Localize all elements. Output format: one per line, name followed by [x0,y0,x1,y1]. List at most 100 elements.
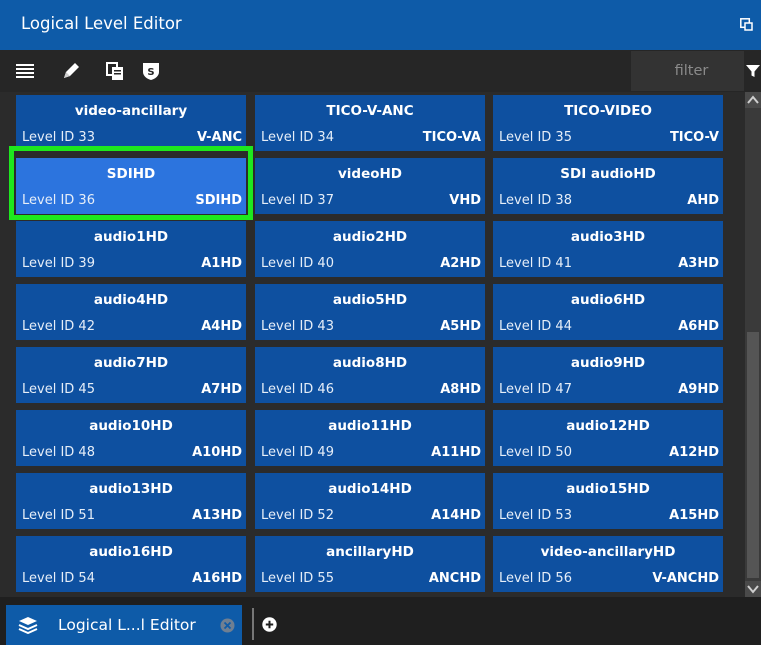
level-name: audio2HD [332,229,408,245]
shield-icon[interactable]: S [140,60,162,82]
level-tile[interactable]: TICO-V-ANC Level ID 34 TICO-VA [255,95,485,151]
level-grid: video-ancillary Level ID 33 V-ANC TICO-V-AN… [0,92,761,597]
level-id: Level ID 50 [499,445,572,460]
level-id: Level ID 36 [22,193,95,208]
copy-icon[interactable] [104,60,126,82]
pencil-icon[interactable] [60,60,82,82]
level-name: video-ancillary [74,103,188,119]
level-tile[interactable]: audio5HD Level ID 43 A5HD [255,284,485,340]
level-id: Level ID 40 [261,256,334,271]
level-abbreviation: A13HD [192,508,242,523]
tab-logical-level-editor[interactable]: Logical L...l Editor [6,605,242,645]
level-abbreviation: A4HD [201,319,242,334]
level-id: Level ID 55 [261,571,334,586]
scroll-thumb[interactable] [747,332,759,578]
level-tile[interactable]: audio12HD Level ID 50 A12HD [493,410,723,466]
level-name: audio15HD [566,481,650,497]
tab-divider [252,608,254,640]
level-name: audio12HD [566,418,650,434]
level-abbreviation: SDIHD [195,193,242,208]
level-abbreviation: V-ANC [197,130,242,145]
level-abbreviation: TICO-V [669,130,719,145]
level-tile[interactable]: video-ancillary Level ID 33 V-ANC [16,95,246,151]
level-tile[interactable]: audio13HD Level ID 51 A13HD [16,473,246,529]
level-name: ancillaryHD [326,544,414,560]
level-abbreviation: A5HD [440,319,481,334]
level-name: TICO-V-ANC [326,103,414,119]
svg-text:S: S [147,67,154,78]
level-id: Level ID 45 [22,382,95,397]
level-name: video-ancillaryHD [540,544,676,560]
level-abbreviation: A10HD [192,445,242,460]
level-tile[interactable]: SDIHD Level ID 36 SDIHD [16,158,246,214]
level-name: audio11HD [328,418,412,434]
level-name: audio3HD [570,229,646,245]
chevron-down-icon [747,585,759,594]
level-id: Level ID 43 [261,319,334,334]
level-tile[interactable]: audio3HD Level ID 41 A3HD [493,221,723,277]
layers-icon [18,617,38,634]
level-abbreviation: A6HD [678,319,719,334]
level-name: SDIHD [106,166,156,182]
level-tile[interactable]: audio14HD Level ID 52 A14HD [255,473,485,529]
level-tile[interactable]: audio11HD Level ID 49 A11HD [255,410,485,466]
tab-bar: Logical L...l Editor [0,597,761,645]
level-name: audio8HD [332,355,408,371]
tab-label: Logical L...l Editor [58,616,196,634]
level-abbreviation: AHD [687,193,719,208]
level-id: Level ID 47 [499,382,572,397]
scrollbar[interactable] [745,92,761,597]
level-abbreviation: A15HD [669,508,719,523]
level-abbreviation: A3HD [678,256,719,271]
level-abbreviation: A1HD [201,256,242,271]
level-abbreviation: A12HD [669,445,719,460]
level-id: Level ID 44 [499,319,572,334]
level-tile[interactable]: video-ancillaryHD Level ID 56 V-ANCHD [493,536,723,592]
level-name: audio5HD [332,292,408,308]
filter-input[interactable]: filter [631,51,744,91]
scroll-down-button[interactable] [745,581,761,597]
level-tile[interactable]: audio7HD Level ID 45 A7HD [16,347,246,403]
popout-icon[interactable] [740,18,753,31]
level-tile[interactable]: audio9HD Level ID 47 A9HD [493,347,723,403]
chevron-up-icon [747,95,759,104]
level-tile[interactable]: TICO-VIDEO Level ID 35 TICO-V [493,95,723,151]
level-abbreviation: TICO-VA [422,130,481,145]
level-tile[interactable]: audio10HD Level ID 48 A10HD [16,410,246,466]
level-tile[interactable]: audio2HD Level ID 40 A2HD [255,221,485,277]
add-tab-icon[interactable] [262,617,277,632]
level-tile[interactable]: SDI audioHD Level ID 38 AHD [493,158,723,214]
level-abbreviation: A8HD [440,382,481,397]
level-id: Level ID 52 [261,508,334,523]
level-abbreviation: A9HD [678,382,719,397]
level-tile[interactable]: audio15HD Level ID 53 A15HD [493,473,723,529]
level-id: Level ID 42 [22,319,95,334]
level-id: Level ID 46 [261,382,334,397]
level-id: Level ID 34 [261,130,334,145]
level-name: audio4HD [93,292,169,308]
level-name: videoHD [337,166,403,182]
level-name: TICO-VIDEO [564,103,652,119]
scroll-up-button[interactable] [745,92,761,108]
level-tile[interactable]: videoHD Level ID 37 VHD [255,158,485,214]
level-tile[interactable]: ancillaryHD Level ID 55 ANCHD [255,536,485,592]
level-abbreviation: VHD [449,193,481,208]
level-tile[interactable]: audio1HD Level ID 39 A1HD [16,221,246,277]
level-tile[interactable]: audio16HD Level ID 54 A16HD [16,536,246,592]
level-name: audio9HD [570,355,646,371]
level-abbreviation: ANCHD [428,571,481,586]
level-name: audio13HD [89,481,173,497]
close-icon[interactable] [220,618,235,633]
level-id: Level ID 48 [22,445,95,460]
level-id: Level ID 53 [499,508,572,523]
level-id: Level ID 51 [22,508,95,523]
filter-icon[interactable] [745,63,761,79]
level-name: audio16HD [89,544,173,560]
list-icon[interactable] [14,60,36,82]
level-name: audio6HD [570,292,646,308]
level-abbreviation: A11HD [431,445,481,460]
level-tile[interactable]: audio6HD Level ID 44 A6HD [493,284,723,340]
level-tile[interactable]: audio8HD Level ID 46 A8HD [255,347,485,403]
level-tile[interactable]: audio4HD Level ID 42 A4HD [16,284,246,340]
level-id: Level ID 39 [22,256,95,271]
